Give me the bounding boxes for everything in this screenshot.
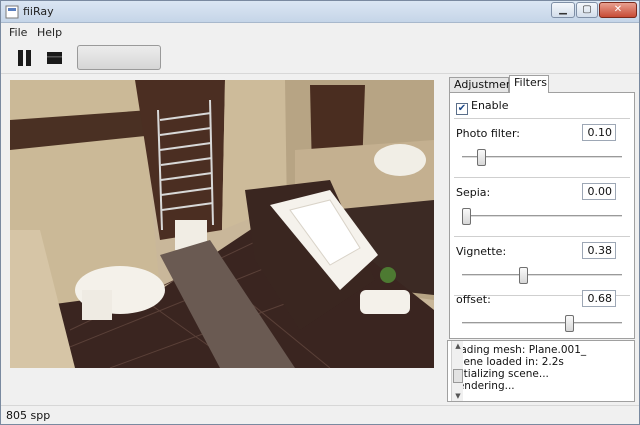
filters-tab-content: ✔ Enable Photo filter: 0.10 Sepia: 0.00 V…	[449, 92, 635, 339]
menu-file[interactable]: File	[9, 26, 27, 39]
stop-icon	[47, 52, 62, 64]
vignette-slider-thumb[interactable]	[519, 267, 529, 284]
offset-slider[interactable]	[462, 322, 622, 325]
vignette-slider[interactable]	[462, 274, 622, 277]
tab-bar: Adjustments Filters	[447, 75, 635, 93]
tab-adjustments[interactable]: Adjustments	[449, 77, 523, 93]
minimize-icon: ▁	[559, 4, 567, 15]
enable-checkbox[interactable]: ✔	[456, 103, 468, 115]
photo-filter-label: Photo filter:	[456, 127, 520, 140]
offset-label: offset:	[456, 293, 491, 306]
tab-filters[interactable]: Filters	[509, 75, 549, 93]
sepia-label: Sepia:	[456, 186, 491, 199]
log-output: loading mesh: Plane.001_ Scene loaded in…	[447, 340, 635, 402]
sepia-slider[interactable]	[462, 215, 622, 218]
minimize-button[interactable]: ▁	[551, 2, 575, 18]
offset-slider-thumb[interactable]	[564, 315, 574, 332]
scroll-down-icon[interactable]: ▼	[452, 391, 464, 401]
log-line: Scene loaded in: 2.2s	[451, 356, 564, 368]
toolbar	[1, 42, 639, 74]
sepia-slider-thumb[interactable]	[462, 208, 471, 225]
vignette-label: Vignette:	[456, 245, 507, 258]
pause-icon	[18, 50, 31, 66]
maximize-button[interactable]: ▢	[576, 2, 598, 18]
samples-per-pixel: 805 spp	[6, 409, 51, 422]
log-scrollbar[interactable]: ▲ ▼	[451, 341, 463, 401]
title-bar: fiiRay ▁ ▢ ✕	[1, 1, 639, 23]
app-window: fiiRay ▁ ▢ ✕ File Help Adjustments Filte…	[0, 0, 640, 425]
toolbar-blank-button[interactable]	[77, 45, 161, 70]
enable-checkbox-row[interactable]: ✔ Enable	[456, 99, 508, 115]
rendered-bathroom-image	[10, 80, 434, 368]
menu-bar: File Help	[1, 23, 639, 42]
window-title: fiiRay	[23, 5, 54, 18]
close-button[interactable]: ✕	[599, 2, 637, 18]
close-icon: ✕	[613, 4, 623, 15]
stop-button[interactable]	[43, 46, 67, 70]
scroll-up-icon[interactable]: ▲	[452, 341, 464, 351]
vignette-value[interactable]: 0.38	[582, 242, 616, 259]
log-line: Initializing scene...	[451, 368, 549, 380]
maximize-icon: ▢	[582, 4, 592, 15]
photo-filter-value[interactable]: 0.10	[582, 124, 616, 141]
offset-value[interactable]: 0.68	[582, 290, 616, 307]
sepia-value[interactable]: 0.00	[582, 183, 616, 200]
log-line: loading mesh: Plane.001_	[451, 344, 587, 356]
divider	[454, 236, 630, 237]
status-bar: 805 spp	[1, 405, 639, 424]
scroll-handle[interactable]	[453, 369, 463, 383]
app-icon	[5, 5, 19, 19]
settings-panel: Adjustments Filters ✔ Enable Photo filter…	[447, 75, 635, 339]
enable-label: Enable	[471, 99, 509, 112]
photo-filter-slider-thumb[interactable]	[477, 149, 487, 166]
divider	[454, 118, 630, 119]
render-view[interactable]	[10, 80, 434, 368]
menu-help[interactable]: Help	[37, 26, 62, 39]
divider	[454, 177, 630, 178]
pause-button[interactable]	[13, 46, 37, 70]
